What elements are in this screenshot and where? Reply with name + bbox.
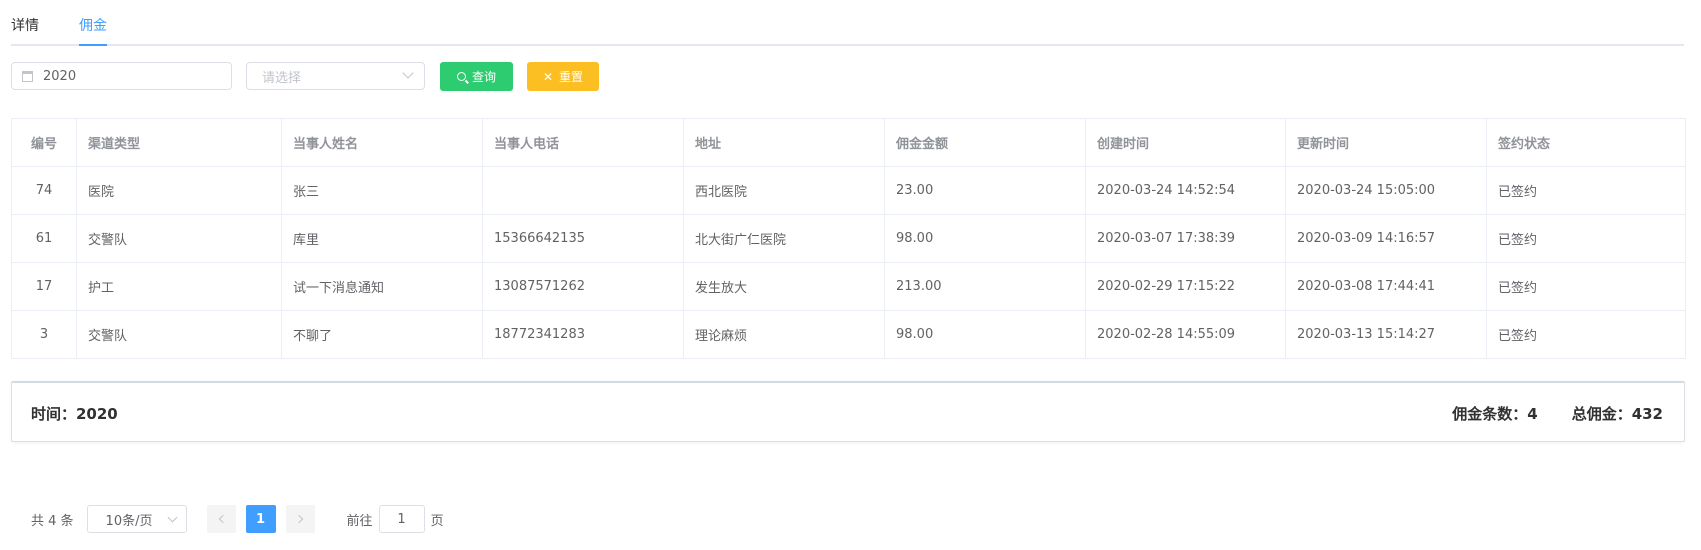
summary-total: 总佣金：432 (1571, 405, 1663, 423)
cell-created: 2020-02-28 14:55:09 (1085, 310, 1286, 359)
select-placeholder: 请选择 (262, 70, 302, 86)
goto-prefix: 前往 (346, 513, 373, 529)
cell-amount: 213.00 (884, 262, 1086, 311)
active-tab-indicator (79, 44, 107, 46)
cell-name: 库里 (281, 214, 483, 263)
table-row[interactable]: 17 护工 试一下消息通知 13087571262 发生放大 213.00 20… (11, 262, 1686, 311)
column-header-address: 地址 (683, 118, 885, 167)
cell-created: 2020-02-29 17:15:22 (1085, 262, 1286, 311)
cell-updated: 2020-03-09 14:16:57 (1285, 214, 1487, 263)
prev-page-button[interactable] (206, 505, 236, 533)
chevron-left-icon (218, 514, 227, 524)
calendar-icon (22, 70, 33, 82)
tab-details[interactable]: 详情 (11, 16, 39, 36)
column-header-phone: 当事人电话 (482, 118, 684, 167)
cell-channel: 医院 (76, 166, 282, 215)
page-size-select[interactable]: 10条/页 (86, 505, 187, 533)
table-row[interactable]: 3 交警队 不聊了 18772341283 理论麻烦 98.00 2020-02… (11, 310, 1686, 359)
chevron-right-icon (294, 514, 303, 524)
commission-table: 编号 渠道类型 当事人姓名 当事人电话 地址 佣金金额 创建时间 更新时间 签约… (11, 118, 1686, 359)
cell-status: 已签约 (1486, 166, 1686, 215)
cell-status: 已签约 (1486, 310, 1686, 359)
cell-status: 已签约 (1486, 262, 1686, 311)
column-header-updated: 更新时间 (1285, 118, 1487, 167)
cell-amount: 98.00 (884, 310, 1086, 359)
table-row[interactable]: 74 医院 张三 西北医院 23.00 2020-03-24 14:52:54 … (11, 166, 1686, 215)
summary-totals: 佣金条数：4 总佣金：432 (1452, 403, 1663, 424)
goto-suffix: 页 (430, 513, 444, 529)
year-picker[interactable] (11, 62, 232, 90)
cell-id: 17 (11, 262, 77, 311)
cell-channel: 交警队 (76, 310, 282, 359)
reset-button-label: 重置 (559, 70, 584, 84)
cell-id: 3 (11, 310, 77, 359)
chevron-down-icon (167, 512, 177, 523)
page-size-value: 10条/页 (105, 513, 153, 529)
table-header-row: 编号 渠道类型 当事人姓名 当事人电话 地址 佣金金额 创建时间 更新时间 签约… (11, 118, 1686, 167)
cell-updated: 2020-03-13 15:14:27 (1285, 310, 1487, 359)
cell-name: 张三 (281, 166, 483, 215)
column-header-amount: 佣金金额 (884, 118, 1086, 167)
tab-bar: 详情 佣金 (11, 0, 1684, 46)
tab-commission[interactable]: 佣金 (79, 16, 107, 36)
cell-status: 已签约 (1486, 214, 1686, 263)
page-number-1[interactable]: 1 (245, 505, 276, 533)
year-input[interactable] (43, 68, 203, 84)
cell-amount: 98.00 (884, 214, 1086, 263)
search-button[interactable]: 查询 (440, 62, 513, 91)
summary-count: 佣金条数：4 (1452, 405, 1538, 423)
cell-id: 74 (11, 166, 77, 215)
reset-button[interactable]: ✕ 重置 (527, 62, 599, 91)
cell-address: 理论麻烦 (683, 310, 885, 359)
pagination-total: 共 4 条 (31, 513, 74, 529)
cell-created: 2020-03-24 14:52:54 (1085, 166, 1286, 215)
column-header-name: 当事人姓名 (281, 118, 483, 167)
column-header-channel: 渠道类型 (76, 118, 282, 167)
cell-phone: 18772341283 (482, 310, 684, 359)
cell-updated: 2020-03-24 15:05:00 (1285, 166, 1487, 215)
cell-address: 西北医院 (683, 166, 885, 215)
cell-amount: 23.00 (884, 166, 1086, 215)
chevron-down-icon (402, 67, 414, 79)
cell-address: 北大街广仁医院 (683, 214, 885, 263)
cell-name: 试一下消息通知 (281, 262, 483, 311)
cell-created: 2020-03-07 17:38:39 (1085, 214, 1286, 263)
cell-phone: 15366642135 (482, 214, 684, 263)
cell-id: 61 (11, 214, 77, 263)
column-header-created: 创建时间 (1085, 118, 1286, 167)
cell-channel: 护工 (76, 262, 282, 311)
goto-page-input[interactable] (378, 505, 425, 533)
channel-select[interactable]: 请选择 (246, 62, 425, 90)
next-page-button[interactable] (285, 505, 315, 533)
search-icon (456, 72, 466, 81)
cell-address: 发生放大 (683, 262, 885, 311)
commission-summary: 时间：2020 佣金条数：4 总佣金：432 (11, 381, 1685, 442)
goto-page: 前往 页 (347, 505, 444, 533)
cell-phone: 13087571262 (482, 262, 684, 311)
cell-updated: 2020-03-08 17:44:41 (1285, 262, 1487, 311)
search-button-label: 查询 (471, 70, 496, 84)
cell-phone (482, 166, 684, 215)
cell-channel: 交警队 (76, 214, 282, 263)
close-icon: ✕ (542, 69, 554, 84)
summary-time: 时间：2020 (31, 405, 118, 423)
column-header-id: 编号 (11, 118, 77, 167)
pagination: 共 4 条 10条/页 1 前往 页 (31, 505, 444, 533)
cell-name: 不聊了 (281, 310, 483, 359)
column-header-status: 签约状态 (1486, 118, 1686, 167)
table-row[interactable]: 61 交警队 库里 15366642135 北大街广仁医院 98.00 2020… (11, 214, 1686, 263)
